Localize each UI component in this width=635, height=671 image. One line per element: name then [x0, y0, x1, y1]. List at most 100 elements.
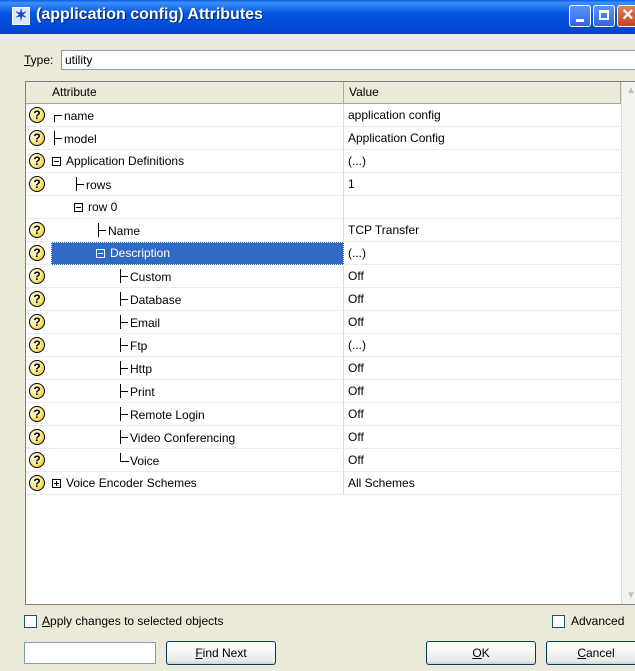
- value-cell[interactable]: Off: [344, 311, 621, 334]
- table-row[interactable]: row 0: [26, 196, 621, 219]
- value-cell[interactable]: Application Config: [344, 127, 621, 150]
- tree-node: Http: [120, 361, 152, 376]
- attribute-cell[interactable]: ? Database: [26, 288, 344, 311]
- table-row[interactable]: ? Custom Off: [26, 265, 621, 288]
- cancel-button[interactable]: Cancel: [546, 641, 635, 665]
- table-row[interactable]: ? Voice Off: [26, 449, 621, 472]
- expand-icon[interactable]: [52, 479, 61, 488]
- minimize-button[interactable]: [569, 5, 591, 27]
- table-row[interactable]: ? model Application Config: [26, 127, 621, 150]
- attribute-cell[interactable]: ? Video Conferencing: [26, 426, 344, 449]
- help-icon[interactable]: ?: [29, 452, 45, 468]
- value-cell[interactable]: Off: [344, 288, 621, 311]
- value-cell[interactable]: Off: [344, 426, 621, 449]
- find-next-button[interactable]: Find Next: [166, 641, 276, 665]
- help-icon[interactable]: ?: [29, 383, 45, 399]
- type-field[interactable]: [61, 50, 635, 70]
- advanced-label[interactable]: Advanced: [571, 614, 624, 628]
- value-cell[interactable]: 1: [344, 173, 621, 196]
- help-icon[interactable]: ?: [29, 268, 45, 284]
- attribute-cell[interactable]: ? Description: [26, 242, 344, 265]
- attribute-cell[interactable]: ? Email: [26, 311, 344, 334]
- table-row[interactable]: ? Print Off: [26, 380, 621, 403]
- table-row[interactable]: ? Http Off: [26, 357, 621, 380]
- help-icon[interactable]: ?: [29, 475, 45, 491]
- collapse-icon[interactable]: [52, 157, 61, 166]
- collapse-icon[interactable]: [74, 203, 83, 212]
- table-row[interactable]: ? Email Off: [26, 311, 621, 334]
- table-row[interactable]: ? Database Off: [26, 288, 621, 311]
- table-row[interactable]: ? Ftp (...): [26, 334, 621, 357]
- value-cell[interactable]: (...): [344, 150, 621, 173]
- help-icon[interactable]: ?: [29, 314, 45, 330]
- table-row[interactable]: ? Description (...): [26, 242, 621, 265]
- attribute-cell[interactable]: ? Application Definitions: [26, 150, 344, 173]
- attribute-cell[interactable]: ? name: [26, 104, 344, 127]
- help-icon[interactable]: ?: [29, 222, 45, 238]
- attribute-cell[interactable]: ? rows: [26, 173, 344, 196]
- value-cell[interactable]: Off: [344, 403, 621, 426]
- tree-connector-icon: [76, 177, 85, 191]
- table-row[interactable]: ? Video Conferencing Off: [26, 426, 621, 449]
- vertical-scrollbar[interactable]: ▲ ▼: [621, 82, 635, 604]
- value-cell[interactable]: Off: [344, 357, 621, 380]
- attribute-cell[interactable]: ? Name: [26, 219, 344, 242]
- tree-node: Remote Login: [120, 407, 205, 422]
- help-icon[interactable]: ?: [29, 176, 45, 192]
- ok-button[interactable]: OK: [426, 641, 536, 665]
- help-icon[interactable]: ?: [29, 153, 45, 169]
- attribute-cell[interactable]: row 0: [26, 196, 344, 219]
- help-icon[interactable]: ?: [29, 406, 45, 422]
- attribute-column-header[interactable]: Attribute: [26, 82, 344, 104]
- attribute-cell[interactable]: ? Voice Encoder Schemes: [26, 472, 344, 495]
- tree-connector-icon: [98, 223, 107, 237]
- attribute-cell[interactable]: ? Http: [26, 357, 344, 380]
- value-cell[interactable]: Off: [344, 449, 621, 472]
- close-button[interactable]: [617, 4, 635, 27]
- apply-changes-label[interactable]: Apply changes to selected objects: [42, 614, 223, 628]
- attribute-label: Database: [130, 293, 182, 307]
- value-column-header[interactable]: Value: [344, 82, 621, 104]
- tree-connector-icon: [120, 384, 129, 398]
- attribute-cell[interactable]: ? model: [26, 127, 344, 150]
- help-icon[interactable]: ?: [29, 107, 45, 123]
- value-cell[interactable]: (...): [344, 334, 621, 357]
- attribute-cell[interactable]: ? Remote Login: [26, 403, 344, 426]
- value-cell[interactable]: application config: [344, 104, 621, 127]
- table-row[interactable]: ? rows 1: [26, 173, 621, 196]
- tree-node: Name: [98, 223, 140, 238]
- attribute-cell[interactable]: ? Voice: [26, 449, 344, 472]
- table-row[interactable]: ? Name TCP Transfer: [26, 219, 621, 242]
- title-bar[interactable]: ✶ (application config) Attributes: [0, 0, 635, 34]
- advanced-checkbox[interactable]: [552, 615, 565, 628]
- table-row[interactable]: ? Application Definitions (...): [26, 150, 621, 173]
- attribute-cell[interactable]: ? Custom: [26, 265, 344, 288]
- table-row[interactable]: ? Remote Login Off: [26, 403, 621, 426]
- tree-node: Custom: [120, 269, 171, 284]
- tree-connector-icon: [54, 108, 63, 122]
- maximize-button[interactable]: [593, 5, 615, 27]
- value-cell[interactable]: [344, 196, 621, 219]
- attribute-cell[interactable]: ? Print: [26, 380, 344, 403]
- table-row[interactable]: ? name application config: [26, 104, 621, 127]
- help-icon[interactable]: ?: [29, 337, 45, 353]
- tree-connector-icon: [120, 292, 129, 306]
- value-cell[interactable]: Off: [344, 265, 621, 288]
- value-cell[interactable]: TCP Transfer: [344, 219, 621, 242]
- attribute-label: name: [64, 109, 95, 123]
- apply-changes-checkbox[interactable]: [24, 615, 37, 628]
- scroll-up-arrow-icon[interactable]: ▲: [622, 82, 635, 99]
- attribute-cell[interactable]: ? Ftp: [26, 334, 344, 357]
- help-icon[interactable]: ?: [29, 429, 45, 445]
- value-cell[interactable]: (...): [344, 242, 621, 265]
- help-icon[interactable]: ?: [29, 360, 45, 376]
- help-icon[interactable]: ?: [29, 245, 45, 261]
- scroll-down-arrow-icon[interactable]: ▼: [622, 587, 635, 604]
- table-row[interactable]: ? Voice Encoder Schemes All Schemes: [26, 472, 621, 495]
- help-icon[interactable]: ?: [29, 130, 45, 146]
- help-icon[interactable]: ?: [29, 291, 45, 307]
- find-input[interactable]: [24, 642, 156, 664]
- value-cell[interactable]: All Schemes: [344, 472, 621, 495]
- value-cell[interactable]: Off: [344, 380, 621, 403]
- attribute-label: Application Definitions: [66, 154, 185, 168]
